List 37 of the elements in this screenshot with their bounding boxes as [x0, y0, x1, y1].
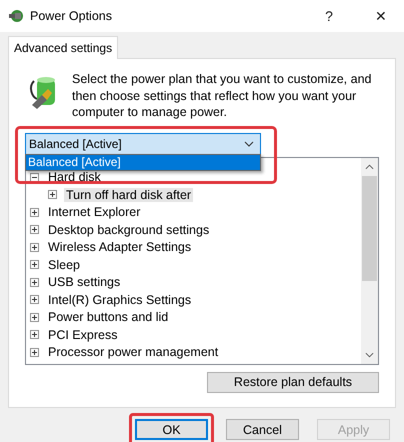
tree-item[interactable]: Hard disk	[46, 170, 103, 184]
dialog-button[interactable]: Cancel	[226, 419, 299, 440]
chevron-down-icon	[244, 140, 254, 146]
window-title: Power Options	[30, 9, 112, 23]
tree-item[interactable]: USB settings	[46, 275, 122, 290]
help-button[interactable]: ?	[306, 0, 352, 32]
tab[interactable]: Advanced settings	[8, 36, 118, 59]
plus-box-icon[interactable]	[30, 208, 39, 217]
tree-item[interactable]: Internet Explorer	[46, 205, 142, 220]
dialog-button[interactable]: OK	[135, 419, 208, 440]
plus-box-icon[interactable]	[30, 295, 39, 304]
plus-box-icon[interactable]	[30, 312, 39, 322]
tree-item[interactable]: Desktop background settings	[46, 222, 212, 237]
plan-dropdown[interactable]: Balanced [Active]	[25, 132, 261, 154]
tree-item[interactable]: Wireless Adapter Settings	[46, 240, 194, 254]
scroll-down-icon[interactable]	[365, 352, 374, 358]
plus-box-icon[interactable]	[30, 348, 39, 357]
dropdown-option[interactable]: Balanced [Active]	[26, 154, 260, 170]
plus-box-icon[interactable]	[30, 242, 39, 252]
restore-defaults-button[interactable]: Restore plan defaults	[207, 372, 379, 392]
plus-box-icon[interactable]	[30, 278, 39, 287]
tree-item[interactable]: Power buttons and lid	[46, 310, 170, 324]
tree-item[interactable]: Processor power management	[46, 345, 220, 360]
plus-box-icon[interactable]	[48, 190, 57, 200]
plus-box-icon[interactable]	[30, 225, 39, 234]
instruction-text: Select the power plan that you want to customize, and then choose settings that reflect how you want your computer to manage power.	[72, 71, 372, 120]
tree-item[interactable]: PCI Express	[46, 328, 120, 342]
tree-item[interactable]: Sleep	[46, 258, 82, 272]
tree-item[interactable]: Turn off hard disk after	[64, 188, 194, 202]
close-button[interactable]: ✕	[358, 0, 404, 32]
scrollbar[interactable]	[361, 158, 378, 364]
power-plug-icon	[8, 8, 24, 24]
plus-box-icon[interactable]	[30, 330, 39, 340]
plus-box-icon[interactable]	[30, 260, 39, 270]
minus-box-icon[interactable]	[30, 172, 39, 182]
tree-item[interactable]: Intel(R) Graphics Settings	[46, 292, 194, 307]
scroll-up-icon[interactable]	[365, 164, 374, 170]
